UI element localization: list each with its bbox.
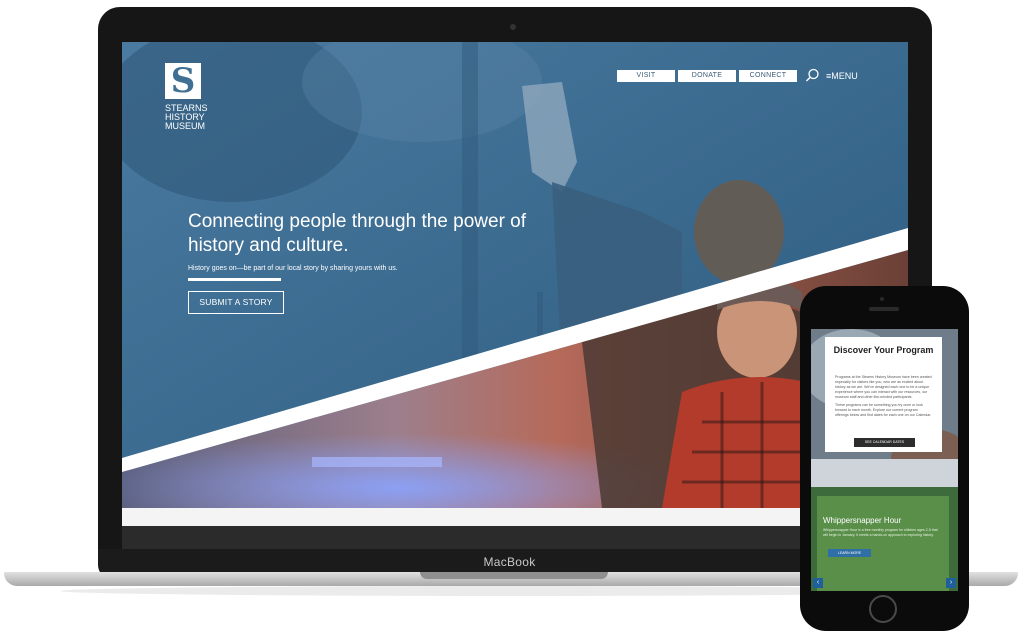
logo-mark-letter: S (170, 61, 196, 101)
program-card: Discover Your Program Programs at the St… (825, 337, 942, 452)
program-description: Programs at the Stearns History Museum h… (835, 375, 932, 421)
laptop-screen: S STEARNS HISTORY MUSEUM VISIT DONATE CO… (122, 42, 908, 549)
laptop-camera (510, 24, 516, 30)
search-icon[interactable] (805, 68, 820, 83)
phone-screen: Discover Your Program Programs at the St… (811, 329, 958, 591)
menu-button[interactable]: ≡MENU (826, 70, 858, 82)
see-calendar-button[interactable]: SEE CALENDAR DATES (854, 438, 915, 447)
hero-heading: Connecting people through the power of h… (188, 211, 527, 256)
page-footer-dark (122, 526, 908, 549)
hero-divider (188, 278, 281, 281)
feature-band (817, 496, 949, 591)
submit-story-button[interactable]: SUBMIT A STORY (188, 291, 284, 314)
museum-logo[interactable]: S (165, 63, 201, 99)
phone-home-button[interactable] (869, 595, 897, 623)
program-paragraph: These programs can be something you try … (835, 403, 932, 417)
nav-visit-button[interactable]: VISIT (617, 70, 675, 82)
laptop-notch (420, 572, 608, 579)
hero-subtext: History goes on—be part of our local sto… (188, 265, 398, 272)
program-paragraph: Programs at the Stearns History Museum h… (835, 375, 932, 399)
phone-speaker (869, 307, 899, 311)
chevron-left-icon[interactable]: ‹ (813, 578, 823, 588)
logo-wordmark[interactable]: STEARNS HISTORY MUSEUM (165, 104, 245, 131)
feature-title: Whippersnapper Hour (823, 516, 902, 525)
feature-description: Whippersnapper Hour is a free monthly pr… (823, 528, 938, 537)
chevron-right-icon[interactable]: › (946, 578, 956, 588)
program-title: Discover Your Program (833, 345, 934, 355)
logo-line: MUSEUM (165, 121, 205, 131)
learn-more-button[interactable]: LEARN MORE (828, 549, 871, 557)
phone-camera (880, 297, 884, 301)
nav-donate-button[interactable]: DONATE (678, 70, 736, 82)
menu-label: MENU (831, 71, 858, 81)
page-footer-strip (122, 508, 908, 526)
nav-connect-button[interactable]: CONNECT (739, 70, 797, 82)
